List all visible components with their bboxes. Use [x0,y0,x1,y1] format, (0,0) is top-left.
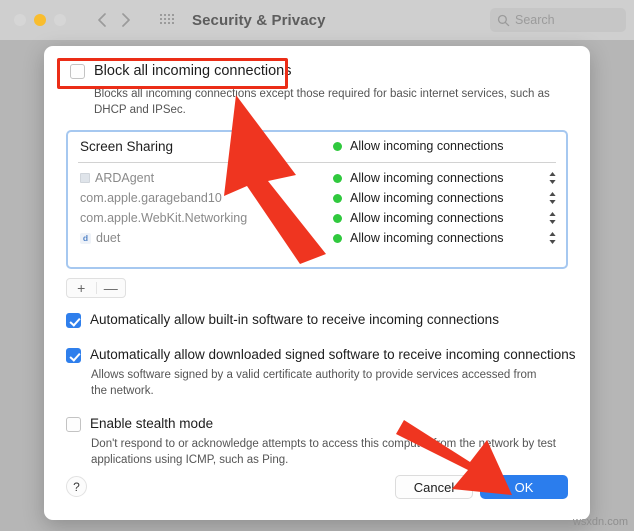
remove-app-button[interactable]: — [97,279,126,297]
list-row-screen-sharing[interactable]: Screen Sharing Allow incoming connection… [68,132,566,160]
list-row-state-label: Allow incoming connections [350,211,504,225]
list-row-ardagent[interactable]: ARDAgent Allow incoming connections [68,168,566,188]
search-input[interactable]: Search [490,8,626,32]
enable-stealth-mode-label: Enable stealth mode [90,416,214,431]
auto-allow-builtin-row[interactable]: Automatically allow built-in software to… [66,312,499,328]
minimize-button[interactable] [34,14,46,26]
grid-apps-icon[interactable] [158,11,176,29]
chevron-left-icon[interactable] [92,9,112,31]
watermark: wsxdn.com [572,516,628,528]
list-row-state[interactable]: Allow incoming connections [333,211,504,225]
list-row-state[interactable]: Allow incoming connections [333,139,504,153]
status-dot-green [333,141,342,151]
enable-stealth-mode-description: Don't respond to or acknowledge attempts… [91,438,556,467]
status-dot-green [333,233,342,243]
block-all-description: Blocks all incoming connections except t… [94,88,550,117]
window-toolbar: Security & Privacy Search [0,0,634,40]
zoom-button[interactable] [54,14,66,26]
list-separator [78,162,556,163]
stepper-control[interactable] [548,170,557,186]
status-dot-green [333,173,342,183]
traffic-light-buttons [14,14,66,26]
auto-allow-builtin-label: Automatically allow built-in software to… [90,312,499,327]
list-row-state[interactable]: Allow incoming connections [333,191,504,205]
search-icon [497,14,510,27]
list-row-webkit-networking[interactable]: com.apple.WebKit.Networking Allow incomi… [68,208,566,228]
list-row-garageband[interactable]: com.apple.garageband10 Allow incoming co… [68,188,566,208]
cancel-button[interactable]: Cancel [395,475,473,499]
add-remove-segmented-control[interactable]: + — [66,278,126,298]
list-row-name: com.apple.garageband10 [80,191,222,205]
list-row-state-label: Allow incoming connections [350,171,504,185]
add-app-button[interactable]: + [67,279,96,297]
window-title: Security & Privacy [192,11,326,29]
list-row-state-label: Allow incoming connections [350,139,504,153]
stepper-control[interactable] [548,210,557,226]
list-row-state-label: Allow incoming connections [350,191,504,205]
auto-allow-signed-description: Allows software signed by a valid certif… [91,369,537,398]
list-row-name: ARDAgent [80,171,154,185]
list-row-name: com.apple.WebKit.Networking [80,211,248,225]
duet-app-icon: d [80,232,91,244]
list-row-duet[interactable]: d duet Allow incoming connections [68,228,566,248]
list-row-state[interactable]: Allow incoming connections [333,171,504,185]
stepper-control[interactable] [548,230,557,246]
ok-button[interactable]: OK [480,475,568,499]
auto-allow-signed-row[interactable]: Automatically allow downloaded signed so… [66,347,576,363]
list-row-state[interactable]: Allow incoming connections [333,231,504,245]
help-button[interactable]: ? [66,476,87,497]
auto-allow-builtin-checkbox[interactable] [66,313,81,328]
navigation-buttons [92,9,136,31]
list-row-name-text: duet [96,231,121,245]
firewall-options-sheet: Block all incoming connections Blocks al… [44,46,590,520]
list-row-name: d duet [80,231,120,245]
generic-app-icon [80,173,90,183]
auto-allow-signed-checkbox[interactable] [66,348,81,363]
allowed-apps-list[interactable]: Screen Sharing Allow incoming connection… [66,130,568,269]
search-placeholder: Search [515,13,555,27]
list-row-state-label: Allow incoming connections [350,231,504,245]
close-button[interactable] [14,14,26,26]
enable-stealth-mode-checkbox[interactable] [66,417,81,432]
list-row-name: Screen Sharing [80,138,174,154]
status-dot-green [333,213,342,223]
auto-allow-signed-label: Automatically allow downloaded signed so… [90,347,576,362]
enable-stealth-mode-row[interactable]: Enable stealth mode [66,416,213,432]
stepper-control[interactable] [548,190,557,206]
list-row-name-text: ARDAgent [95,171,155,185]
chevron-right-icon[interactable] [116,9,136,31]
screen-root: Security & Privacy Search Block all inco… [0,0,634,531]
annotation-highlight-rectangle [57,58,288,89]
status-dot-green [333,193,342,203]
